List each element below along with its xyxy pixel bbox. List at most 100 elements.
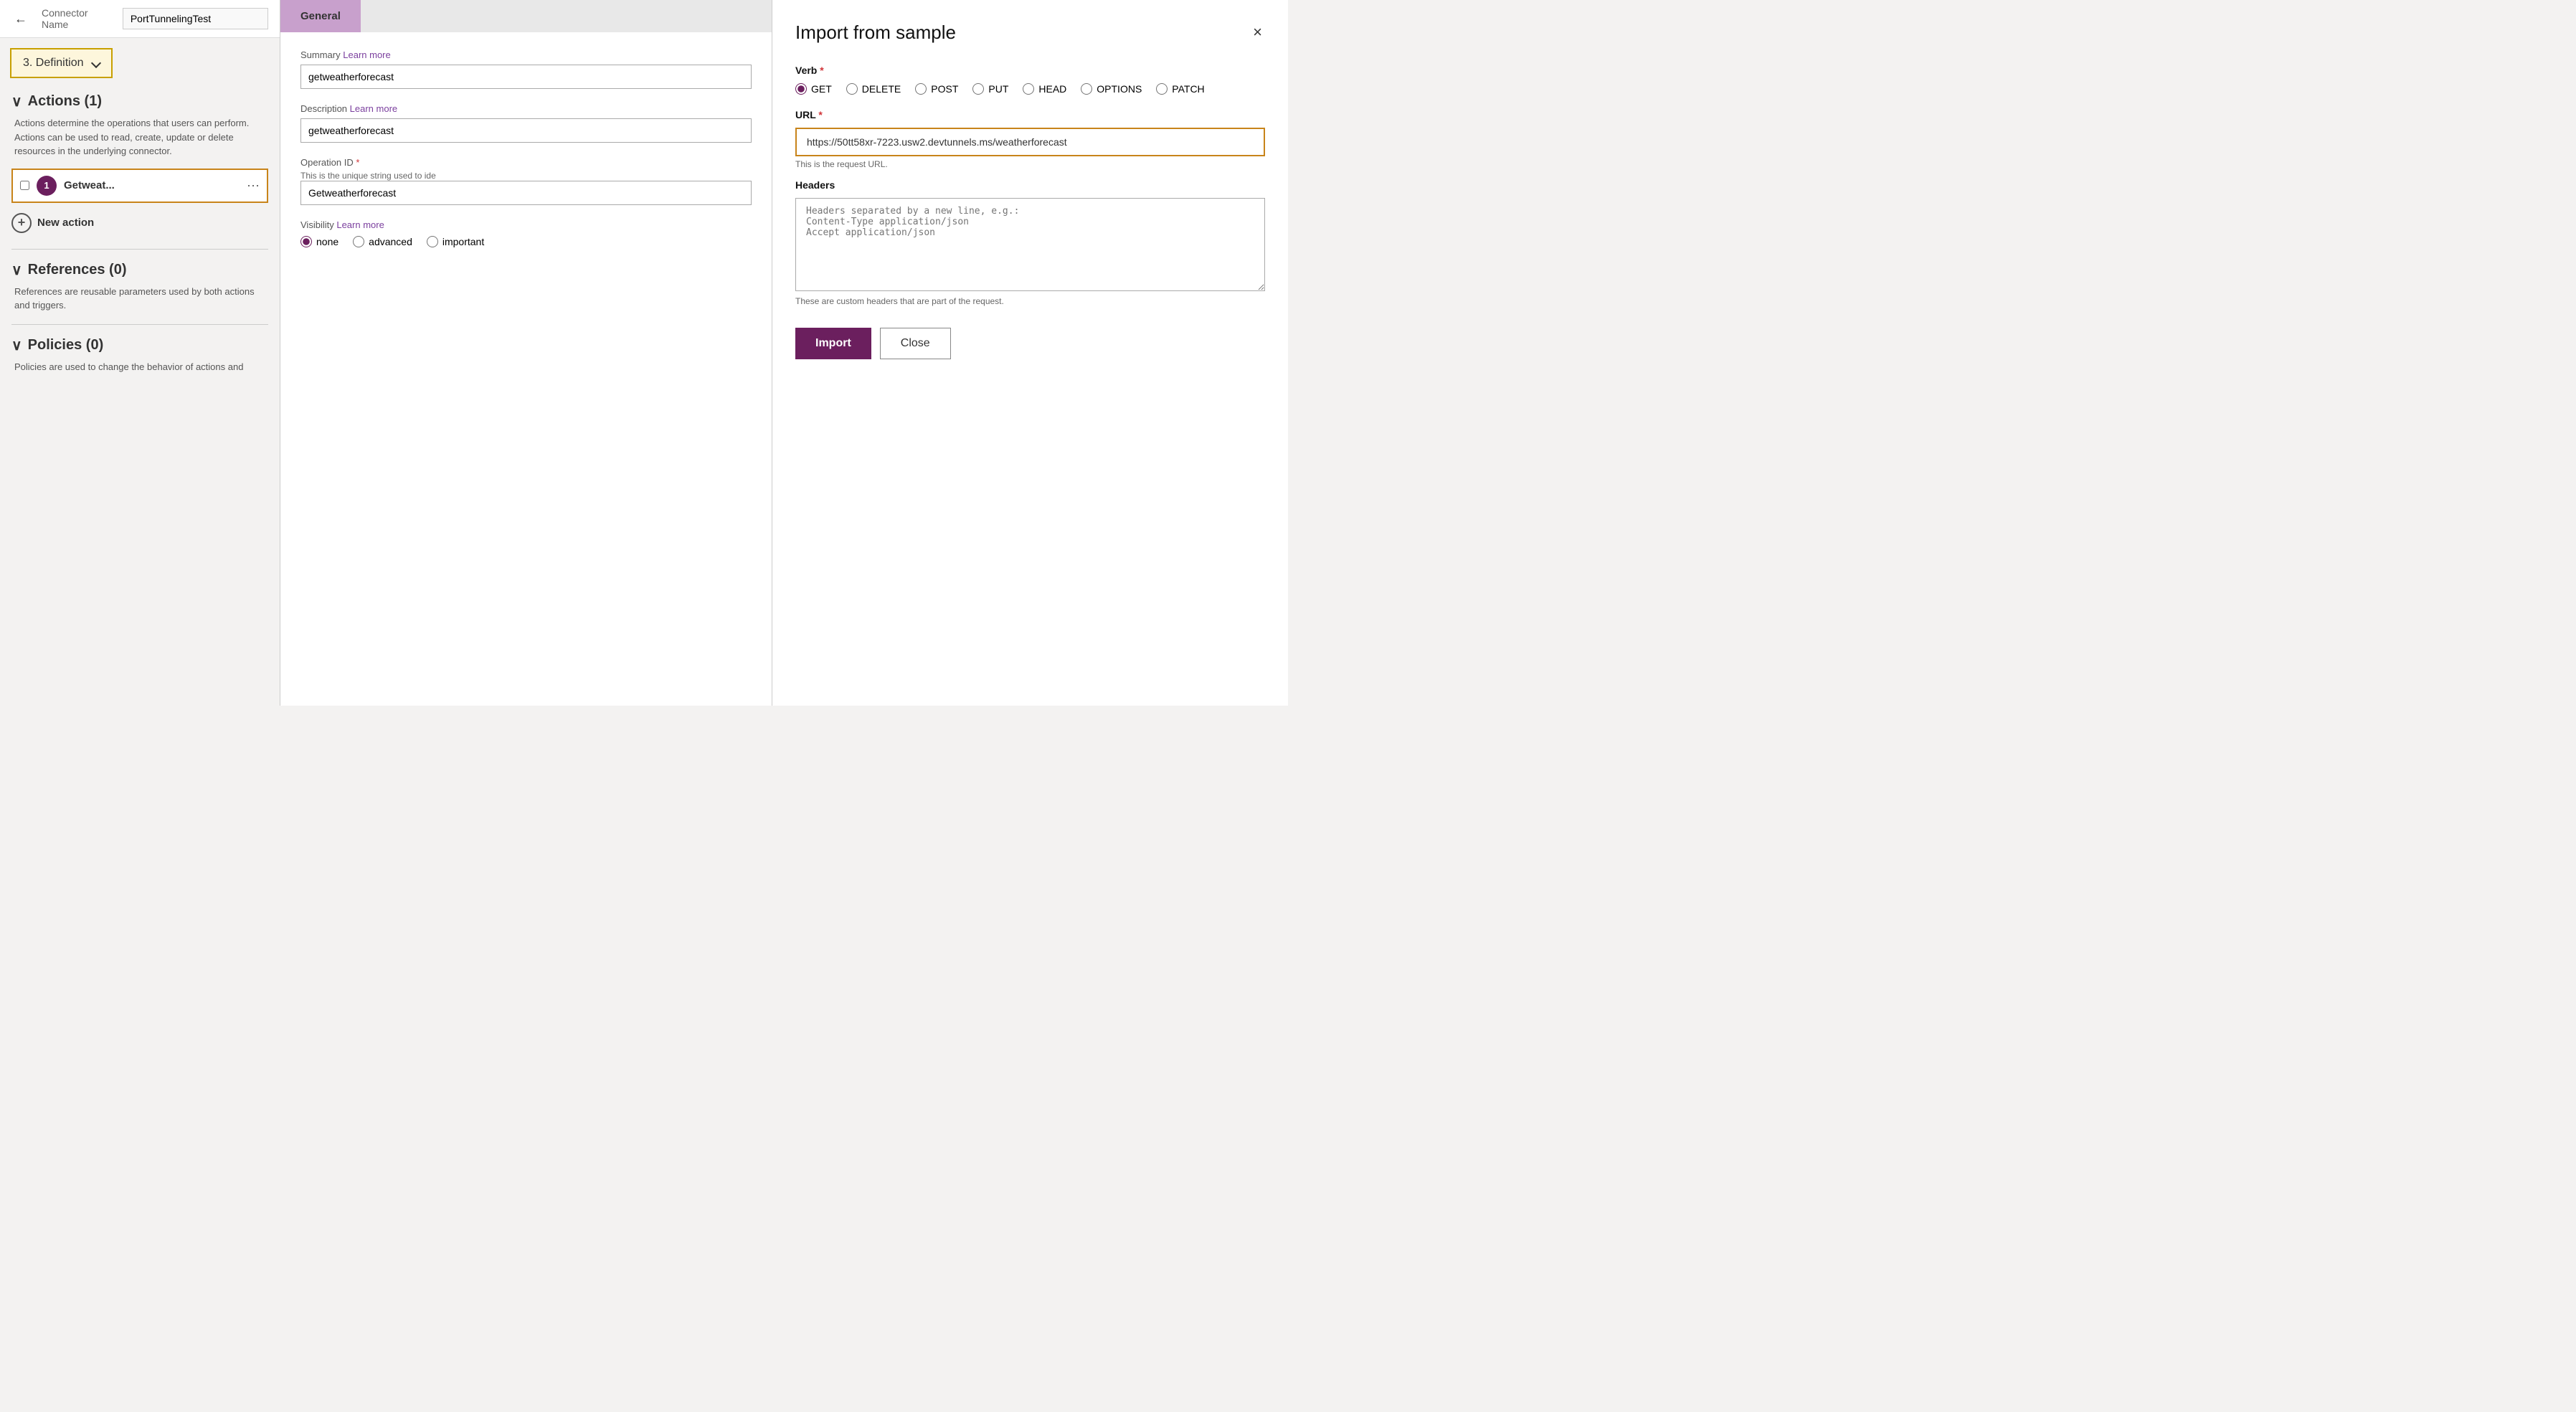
headers-label: Headers (795, 179, 1265, 191)
plus-icon: + (11, 213, 32, 233)
references-heading: References (0) (28, 262, 127, 278)
verb-head-option[interactable]: HEAD (1023, 83, 1066, 95)
middle-panel: General Summary Learn more Description L… (280, 0, 772, 706)
verb-head-radio[interactable] (1023, 83, 1034, 95)
verb-delete-option[interactable]: DELETE (846, 83, 901, 95)
url-section: URL * This is the request URL. (795, 109, 1265, 169)
tab-general[interactable]: General (280, 0, 361, 32)
verb-delete-label: DELETE (862, 83, 901, 95)
description-label: Description Learn more (300, 103, 752, 114)
back-button[interactable]: ← (11, 9, 30, 29)
operation-id-hint: This is the unique string used to ide (300, 171, 752, 181)
url-label: URL * (795, 109, 1265, 120)
url-required-star: * (818, 109, 822, 120)
verb-options-option[interactable]: OPTIONS (1081, 83, 1142, 95)
connector-name-input[interactable] (123, 8, 268, 29)
visibility-label: Visibility Learn more (300, 219, 752, 230)
left-content: ∨ Actions (1) Actions determine the oper… (0, 78, 280, 706)
visibility-advanced-label: advanced (369, 236, 412, 247)
verb-radio-group: GET DELETE POST PUT HEAD OPTIONS (795, 83, 1265, 95)
visibility-advanced-radio[interactable] (353, 236, 364, 247)
verb-post-label: POST (931, 83, 958, 95)
collapse-actions-icon: ∨ (11, 93, 22, 110)
verb-options-radio[interactable] (1081, 83, 1092, 95)
collapse-references-icon: ∨ (11, 261, 22, 279)
left-panel: ← Connector Name 3. Definition ∨ Actions… (0, 0, 280, 706)
actions-heading: Actions (1) (28, 93, 102, 110)
verb-section: Verb * GET DELETE POST PUT HEAD (795, 65, 1265, 95)
verb-delete-radio[interactable] (846, 83, 858, 95)
import-button[interactable]: Import (795, 328, 871, 359)
references-section-header[interactable]: ∨ References (0) (11, 261, 268, 279)
verb-get-radio[interactable] (795, 83, 807, 95)
collapse-policies-icon: ∨ (11, 336, 22, 354)
verb-put-option[interactable]: PUT (972, 83, 1008, 95)
policies-heading: Policies (0) (28, 337, 104, 354)
verb-put-label: PUT (988, 83, 1008, 95)
visibility-none-radio[interactable] (300, 236, 312, 247)
description-field-group: Description Learn more (300, 103, 752, 143)
verb-post-radio[interactable] (915, 83, 927, 95)
verb-post-option[interactable]: POST (915, 83, 958, 95)
operation-id-field-group: Operation ID * This is the unique string… (300, 157, 752, 205)
summary-field-group: Summary Learn more (300, 49, 752, 89)
definition-tab[interactable]: 3. Definition (10, 48, 113, 78)
summary-input[interactable] (300, 65, 752, 89)
policies-section-header[interactable]: ∨ Policies (0) (11, 336, 268, 354)
verb-patch-option[interactable]: PATCH (1156, 83, 1204, 95)
chevron-down-icon (90, 58, 100, 68)
close-action-button[interactable]: Close (880, 328, 951, 359)
verb-get-option[interactable]: GET (795, 83, 832, 95)
right-panel: Import from sample × Verb * GET DELETE P… (772, 0, 1288, 706)
right-panel-title: Import from sample (795, 22, 956, 44)
verb-options-label: OPTIONS (1097, 83, 1142, 95)
visibility-radio-group: none advanced important (300, 236, 752, 247)
middle-content: Summary Learn more Description Learn mor… (280, 32, 772, 706)
visibility-section: Visibility Learn more none advanced impo… (300, 219, 752, 247)
definition-tab-label: 3. Definition (23, 57, 84, 70)
description-learn-more-link[interactable]: Learn more (350, 103, 397, 114)
operation-id-label: Operation ID * (300, 157, 752, 168)
visibility-advanced-option[interactable]: advanced (353, 236, 412, 247)
url-input[interactable] (795, 128, 1265, 156)
verb-put-radio[interactable] (972, 83, 984, 95)
tabs-bar: General (280, 0, 772, 32)
verb-head-label: HEAD (1038, 83, 1066, 95)
visibility-learn-more-link[interactable]: Learn more (336, 219, 384, 230)
visibility-none-option[interactable]: none (300, 236, 338, 247)
headers-section: Headers These are custom headers that ar… (795, 179, 1265, 306)
headers-hint: These are custom headers that are part o… (795, 296, 1265, 306)
actions-section-header[interactable]: ∨ Actions (1) (11, 93, 268, 110)
references-description: References are reusable parameters used … (11, 285, 268, 313)
policies-description: Policies are used to change the behavior… (11, 360, 268, 374)
url-hint: This is the request URL. (795, 159, 1265, 169)
verb-patch-label: PATCH (1172, 83, 1204, 95)
actions-description: Actions determine the operations that us… (11, 116, 268, 158)
description-input[interactable] (300, 118, 752, 143)
divider-2 (11, 324, 268, 325)
visibility-important-label: important (442, 236, 484, 247)
visibility-important-option[interactable]: important (427, 236, 484, 247)
new-action-label: New action (37, 217, 94, 229)
close-panel-button[interactable]: × (1250, 20, 1265, 44)
verb-patch-radio[interactable] (1156, 83, 1168, 95)
new-action-button[interactable]: + New action (11, 209, 94, 237)
verb-label: Verb * (795, 65, 1265, 76)
summary-label: Summary Learn more (300, 49, 752, 60)
action-checkbox[interactable] (20, 181, 29, 190)
divider-1 (11, 249, 268, 250)
connector-name-label: Connector Name (42, 7, 111, 30)
operation-id-required-star: * (356, 157, 359, 168)
operation-id-input[interactable] (300, 181, 752, 205)
visibility-none-label: none (316, 236, 338, 247)
visibility-important-radio[interactable] (427, 236, 438, 247)
action-badge: 1 (37, 176, 57, 196)
headers-textarea[interactable] (795, 198, 1265, 291)
summary-learn-more-link[interactable]: Learn more (343, 49, 390, 60)
verb-get-label: GET (811, 83, 832, 95)
action-more-options[interactable]: ··· (247, 178, 260, 193)
action-buttons: Import Close (795, 328, 1265, 359)
right-panel-header: Import from sample × (795, 20, 1265, 44)
action-item[interactable]: 1 Getweat... ··· (11, 169, 268, 203)
top-bar: ← Connector Name (0, 0, 280, 38)
